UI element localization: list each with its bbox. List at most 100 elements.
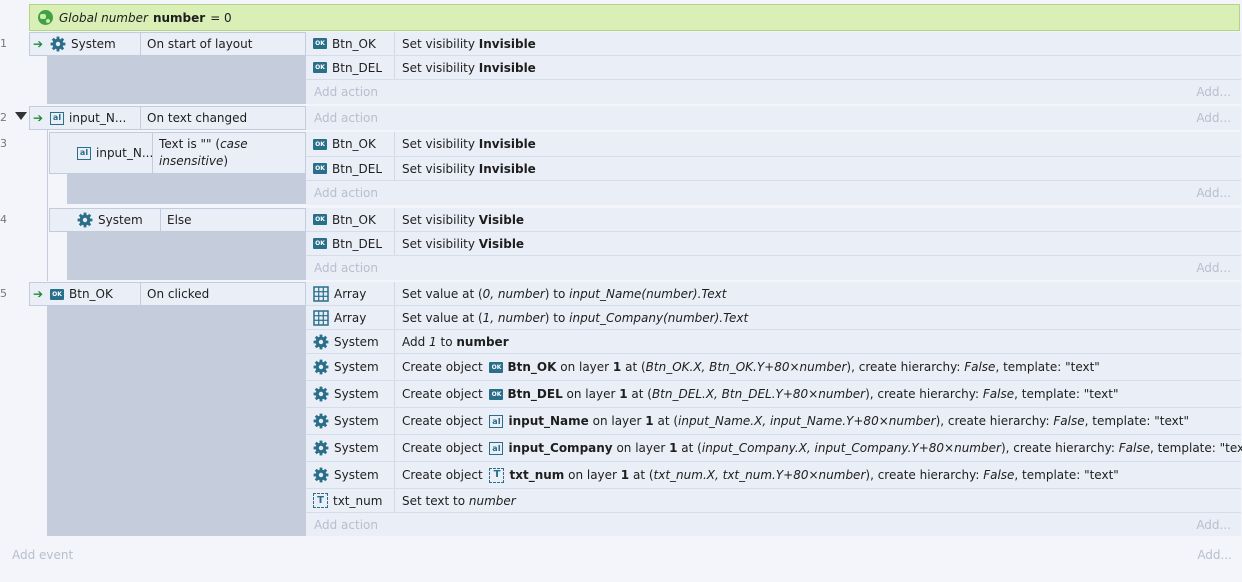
action-object: OK Btn_DEL	[306, 232, 395, 255]
add-more-link[interactable]: Add...	[1196, 111, 1231, 125]
action-row[interactable]: System Create object aI input_Company on …	[306, 435, 1242, 462]
action-text: Set value at (0, number) to input_Name(n…	[395, 287, 726, 301]
condition-area	[47, 306, 306, 536]
action-row[interactable]: System Add 1 to number	[306, 330, 1241, 354]
action-row[interactable]: OK Btn_DEL Set visibility Invisible	[306, 157, 1241, 181]
gear-icon	[77, 212, 93, 228]
collapse-triangle-icon[interactable]	[15, 112, 27, 120]
event-condition-row[interactable]: System Else	[49, 208, 306, 232]
add-action-link[interactable]: Add action Add...	[306, 513, 1241, 536]
object-name: Btn_DEL	[507, 387, 563, 401]
global-variable-row[interactable]: Global number number = 0	[29, 4, 1240, 31]
c: at (	[677, 441, 702, 455]
condition-object[interactable]: aI input_N...	[46, 107, 141, 129]
action-object: System	[306, 408, 395, 434]
condition-object[interactable]: aI input_N...	[50, 133, 154, 173]
action-verb: Set visibility	[402, 36, 479, 51]
condition-object[interactable]: System	[50, 209, 161, 231]
t4: input_Name(number).Text	[569, 286, 727, 301]
b: on layer	[612, 441, 670, 455]
action-object-label: Btn_DEL	[332, 60, 383, 75]
object-name: input_Company	[508, 441, 613, 455]
event-condition-row[interactable]: ➔ OK Btn_OK On clicked	[29, 282, 306, 306]
action-row[interactable]: System Create object OK Btn_DEL on layer …	[306, 381, 1241, 408]
condition-text[interactable]: Text is "" (case insensitive)	[153, 136, 305, 170]
event-condition-row[interactable]: ➔ System On start of layout	[29, 32, 306, 56]
condition-area	[47, 56, 306, 104]
button-object-icon: OK	[50, 288, 64, 300]
e: , template: "text"	[1014, 387, 1119, 401]
action-row[interactable]: Ttxt_num Set text to number	[306, 489, 1241, 513]
action-object-label: Btn_DEL	[332, 161, 383, 176]
t2: 0, number	[482, 286, 545, 301]
action-row[interactable]: OK Btn_DEL Set visibility Visible	[306, 232, 1241, 256]
add-action-link[interactable]: Add action Add...	[306, 80, 1241, 104]
condition-text[interactable]: On text changed	[141, 110, 247, 127]
action-object: OK Btn_OK	[306, 208, 395, 231]
action-text: Set visibility Invisible	[395, 137, 536, 151]
condition-object-label: input_N...	[96, 146, 154, 160]
action-object: System	[306, 354, 395, 380]
sub-event-guide	[47, 130, 48, 281]
condition-object-label: System	[71, 37, 116, 51]
h: False	[1053, 414, 1085, 428]
trigger-arrow-icon: ➔	[32, 111, 44, 125]
action-object: Ttxt_num	[306, 489, 395, 512]
a: Create object	[402, 441, 487, 455]
add-more-link[interactable]: Add...	[1196, 261, 1231, 275]
action-value: Invisible	[478, 36, 536, 51]
action-row[interactable]: System Create object aI input_Name on lay…	[306, 408, 1241, 435]
action-row[interactable]: Array Set value at (1, number) to input_…	[306, 306, 1241, 330]
pos: Btn_OK.X, Btn_OK.Y+80×number	[645, 360, 847, 374]
object-name: input_Name	[508, 414, 589, 428]
condition-object[interactable]: System	[46, 33, 141, 55]
layer: 1	[620, 467, 630, 482]
condition-text[interactable]: Else	[161, 212, 192, 229]
add-action-link[interactable]: Add action Add...	[306, 106, 1241, 130]
add-event-link[interactable]: Add event	[12, 548, 73, 562]
add-more-link[interactable]: Add...	[1197, 548, 1232, 562]
d: ), create hierarchy:	[865, 387, 983, 401]
object-name: Btn_OK	[507, 360, 557, 374]
c: at (	[653, 414, 679, 428]
t3: to	[436, 334, 457, 349]
action-row[interactable]: OK Btn_OK Set visibility Visible	[306, 208, 1241, 232]
action-object: Array	[306, 306, 395, 329]
action-row[interactable]: OK Btn_OK Set visibility Invisible	[306, 32, 1241, 56]
action-row[interactable]: OK Btn_OK Set visibility Invisible	[306, 132, 1241, 157]
event-condition-row[interactable]: ➔ aI input_N... On text changed	[29, 106, 306, 130]
condition-text[interactable]: On clicked	[141, 286, 209, 303]
condition-text[interactable]: On start of layout	[141, 36, 252, 53]
text-object-icon: T	[489, 467, 505, 483]
trigger-arrow-icon: ➔	[32, 287, 44, 301]
h: False	[964, 360, 996, 374]
add-action-label: Add action	[314, 111, 378, 125]
action-row[interactable]: System Create object OK Btn_OK on layer 1…	[306, 354, 1241, 381]
action-text: Set visibility Invisible	[395, 37, 536, 51]
event-condition-row[interactable]: aI input_N... Text is "" (case insensiti…	[49, 132, 306, 174]
condition-object-label: System	[98, 213, 143, 227]
button-object-icon: OK	[489, 389, 504, 400]
c: at (	[627, 387, 652, 401]
action-row[interactable]: System Create object Ttxt_num on layer 1…	[306, 462, 1241, 489]
action-object: OK Btn_OK	[306, 32, 395, 55]
e: , template: "text"	[995, 360, 1100, 374]
add-more-link[interactable]: Add...	[1196, 186, 1231, 200]
add-more-link[interactable]: Add...	[1196, 518, 1231, 532]
action-verb: Set visibility	[402, 137, 479, 151]
add-action-link[interactable]: Add action Add...	[306, 181, 1241, 205]
array-grid-icon	[313, 285, 329, 302]
condition-object[interactable]: OK Btn_OK	[46, 283, 141, 305]
text-input-icon: aI	[77, 146, 91, 160]
d: ), create hierarchy:	[935, 414, 1054, 428]
add-action-link[interactable]: Add action Add...	[306, 256, 1241, 280]
action-row[interactable]: OK Btn_DEL Set visibility Invisible	[306, 56, 1241, 80]
e: , template: "text"	[1084, 414, 1190, 428]
add-action-label: Add action	[314, 85, 378, 99]
action-object-label: System	[334, 414, 379, 428]
action-row[interactable]: Array Set value at (0, number) to input_…	[306, 282, 1241, 306]
action-value: Invisible	[478, 137, 536, 151]
add-more-link[interactable]: Add...	[1196, 85, 1231, 99]
action-object-label: System	[334, 360, 379, 374]
d: ), create hierarchy:	[865, 467, 984, 482]
